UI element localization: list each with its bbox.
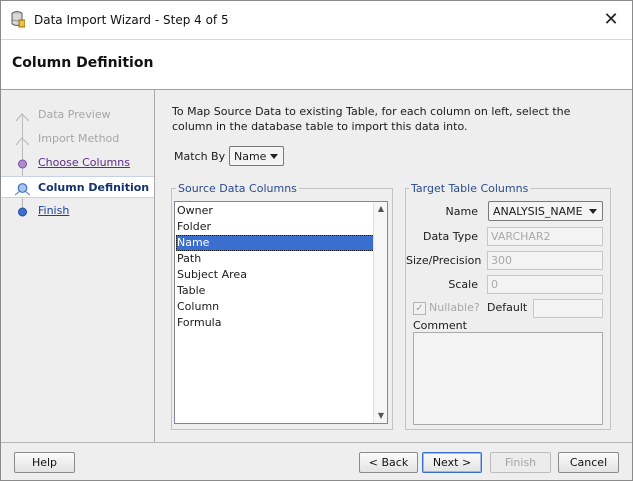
close-icon[interactable]: ✕ [600,9,622,31]
wizard-step-nav: Data Preview Import Method Choose Column… [1,90,155,442]
source-columns-list[interactable]: Owner Folder Name Path Subject Area Tabl… [174,201,388,424]
nav-step-label[interactable]: Choose Columns [38,156,130,169]
chevron-down-icon [270,154,278,159]
default-label: Default [487,301,528,314]
size-precision-label: Size/Precision [406,254,482,267]
chevron-down-icon [589,209,597,214]
back-button[interactable]: < Back [359,452,418,473]
target-columns-legend: Target Table Columns [409,182,531,195]
target-name-label: Name [445,205,478,218]
step-pending-icon [15,132,30,147]
nullable-checkbox: ✓ [413,302,426,315]
step-pending-icon [15,113,30,123]
nav-step-label: Import Method [38,132,120,145]
source-columns-legend: Source Data Columns [176,182,299,195]
list-item[interactable]: Column [176,299,375,315]
list-item[interactable]: Table [176,283,375,299]
nav-step-choose-columns[interactable]: Choose Columns [1,152,154,174]
step-current-icon [15,183,30,196]
page-title: Column Definition [12,55,154,71]
size-precision-field: 300 [487,251,603,270]
wizard-header: Column Definition [1,39,632,90]
target-name-value: ANALYSIS_NAME [493,205,583,218]
scroll-up-icon[interactable]: ▲ [376,204,386,214]
title-bar: Data Import Wizard - Step 4 of 5 ✕ [1,1,632,39]
vertical-scrollbar[interactable]: ▲ ▼ [373,202,387,423]
nullable-label: Nullable? [429,301,480,314]
nav-step-import-method: Import Method [1,128,154,150]
scale-field: 0 [487,275,603,294]
footer-divider [1,442,632,443]
comment-label: Comment [413,319,467,332]
scroll-down-icon[interactable]: ▼ [376,411,386,421]
list-item[interactable]: Owner [176,203,375,219]
cancel-button[interactable]: Cancel [558,452,619,473]
data-type-field: VARCHAR2 [487,227,603,246]
step-next-icon [18,207,27,217]
wizard-window: Data Import Wizard - Step 4 of 5 ✕ Colum… [0,0,633,481]
target-name-select[interactable]: ANALYSIS_NAME [488,201,603,221]
next-button[interactable]: Next > [422,452,482,473]
list-item[interactable]: Path [176,251,375,267]
comment-textarea [413,332,603,425]
nav-step-label[interactable]: Finish [38,204,69,217]
list-item[interactable]: Folder [176,219,375,235]
instructions-text: To Map Source Data to existing Table, fo… [172,105,571,133]
database-app-icon [11,11,25,28]
scale-label: Scale [448,278,478,291]
list-item[interactable]: Subject Area [176,267,375,283]
match-by-value: Name [234,150,267,163]
data-type-label: Data Type [422,230,478,243]
finish-button: Finish [490,452,551,473]
list-item[interactable]: Formula [176,315,375,331]
help-button[interactable]: Help [14,452,75,473]
step-visited-icon [18,159,27,169]
nav-step-data-preview: Data Preview [1,104,154,126]
match-by-select[interactable]: Name [229,146,284,166]
nav-step-label: Data Preview [38,108,111,121]
default-field [533,299,603,318]
window-title: Data Import Wizard - Step 4 of 5 [34,13,229,27]
list-item-selected[interactable]: Name [176,235,375,251]
match-by-label: Match By [174,150,226,163]
nav-step-column-definition[interactable]: Column Definition [1,176,154,198]
nav-step-label: Column Definition [38,181,150,194]
nav-step-finish[interactable]: Finish [1,200,154,222]
